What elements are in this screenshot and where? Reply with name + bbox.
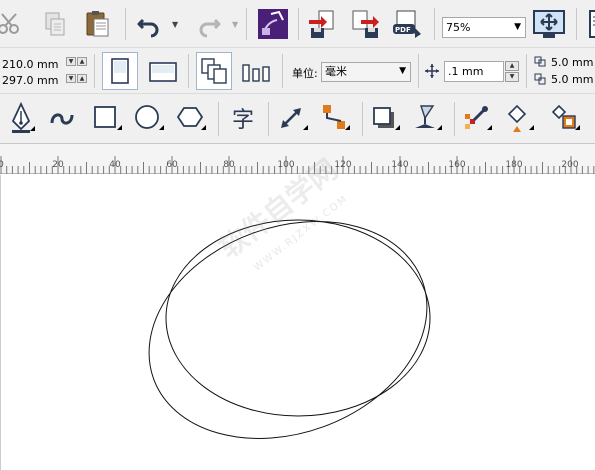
undo-icon[interactable]: [132, 6, 166, 42]
import-icon[interactable]: [306, 6, 340, 42]
rectangle-tool-icon[interactable]: [90, 100, 124, 136]
current-page-button[interactable]: [240, 54, 274, 90]
separator: [576, 8, 577, 40]
standard-toolbar: ▼ ▼ PDF 75% ▼: [0, 0, 595, 48]
separator: [298, 8, 299, 40]
page-height-field[interactable]: 297.0 mm: [0, 71, 64, 90]
smart-fill-tool-icon[interactable]: [548, 100, 582, 136]
horizontal-ruler[interactable]: 0 20 40 60 80 100 120 140 160 180 200: [0, 144, 595, 174]
ruler-label: 100: [277, 160, 295, 170]
redo-dropdown-icon[interactable]: ▼: [232, 20, 238, 29]
landscape-orientation-button[interactable]: [146, 54, 180, 90]
ruler-label: 40: [109, 160, 121, 170]
redo-icon[interactable]: [192, 6, 226, 42]
nudge-distance-value: .1 mm: [448, 65, 484, 78]
drawing-canvas[interactable]: [0, 175, 595, 470]
portrait-orientation-button[interactable]: [102, 52, 138, 90]
polygon-tool-icon[interactable]: [174, 100, 208, 136]
pen-tool-icon[interactable]: [4, 100, 38, 136]
cut-icon[interactable]: [0, 6, 26, 42]
all-pages-button[interactable]: [196, 52, 232, 90]
copy-icon[interactable]: [38, 6, 72, 42]
paste-icon[interactable]: [80, 6, 114, 42]
separator: [282, 54, 283, 88]
duplicate-distance-x-icon: [534, 56, 548, 68]
property-bar: 210.0 mm ▼ ▲ 297.0 mm ▼ ▲ 单位: 毫米 ▼ .1 mm…: [0, 48, 595, 94]
units-label: 单位:: [292, 67, 318, 80]
ruler-label: 60: [166, 160, 178, 170]
separator: [94, 54, 95, 88]
page-width-up-button[interactable]: ▲: [77, 57, 87, 66]
separator: [434, 8, 435, 40]
separator: [218, 102, 219, 136]
freehand-smoothing-tool-icon[interactable]: [46, 100, 80, 136]
connector-tool-icon[interactable]: [318, 100, 352, 136]
duplicate-distance-y-value[interactable]: 5.0 mm: [551, 73, 593, 86]
ruler-label: 200: [561, 160, 579, 170]
separator: [125, 8, 126, 40]
nudge-down-button[interactable]: ▼: [505, 72, 519, 82]
nudge-distance-field[interactable]: .1 mm: [444, 61, 504, 82]
application-launcher-icon[interactable]: [580, 6, 595, 42]
drop-shadow-tool-icon[interactable]: [368, 100, 402, 136]
ruler-label: 20: [52, 160, 64, 170]
ruler-label: 180: [505, 160, 523, 170]
units-select[interactable]: 毫米 ▼: [321, 62, 411, 82]
ellipse-shape[interactable]: [165, 219, 431, 417]
ruler-label: 0: [0, 160, 4, 170]
duplicate-distance-x-value[interactable]: 5.0 mm: [551, 56, 593, 69]
page-width-value: 210.0 mm: [2, 58, 59, 71]
separator: [526, 54, 527, 88]
chevron-down-icon: ▼: [399, 66, 406, 76]
page-width-down-button[interactable]: ▼: [66, 57, 76, 66]
interactive-fill-tool-icon[interactable]: [502, 100, 536, 136]
separator: [268, 102, 269, 136]
page-height-down-button[interactable]: ▼: [66, 74, 76, 83]
ellipse-tool-icon[interactable]: [132, 100, 166, 136]
ruler-label: 140: [391, 160, 409, 170]
chevron-down-icon: ▼: [514, 22, 521, 32]
publish-pdf-icon[interactable]: PDF: [390, 6, 424, 42]
page-height-value: 297.0 mm: [2, 74, 59, 87]
color-eyedropper-tool-icon[interactable]: [460, 100, 494, 136]
zoom-level-select[interactable]: 75% ▼: [442, 17, 526, 38]
separator: [246, 8, 247, 40]
nudge-up-button[interactable]: ▲: [505, 61, 519, 71]
dimension-tool-icon[interactable]: [276, 100, 310, 136]
transparency-tool-icon[interactable]: [410, 100, 444, 136]
separator: [454, 102, 455, 136]
units-value: 毫米: [325, 65, 347, 78]
text-tool-glyph: 字: [231, 108, 254, 133]
full-screen-preview-icon[interactable]: [532, 7, 566, 43]
ruler-label: 160: [448, 160, 466, 170]
toolbox: 字: [0, 94, 595, 144]
rotated-ellipse-shape[interactable]: [118, 184, 457, 470]
separator: [362, 102, 363, 136]
text-tool-icon[interactable]: 字: [226, 100, 260, 136]
separator: [418, 54, 419, 88]
corel-connect-icon[interactable]: [256, 6, 290, 42]
nudge-offset-icon: [424, 63, 440, 79]
ruler-label: 120: [334, 160, 352, 170]
duplicate-distance-y-icon: [534, 73, 548, 85]
page-height-up-button[interactable]: ▲: [77, 74, 87, 83]
svg-text:PDF: PDF: [395, 26, 411, 34]
undo-dropdown-icon[interactable]: ▼: [172, 20, 178, 29]
ruler-label: 80: [223, 160, 235, 170]
separator: [188, 54, 189, 88]
zoom-level-value: 75%: [446, 21, 471, 34]
export-icon[interactable]: [348, 6, 382, 42]
